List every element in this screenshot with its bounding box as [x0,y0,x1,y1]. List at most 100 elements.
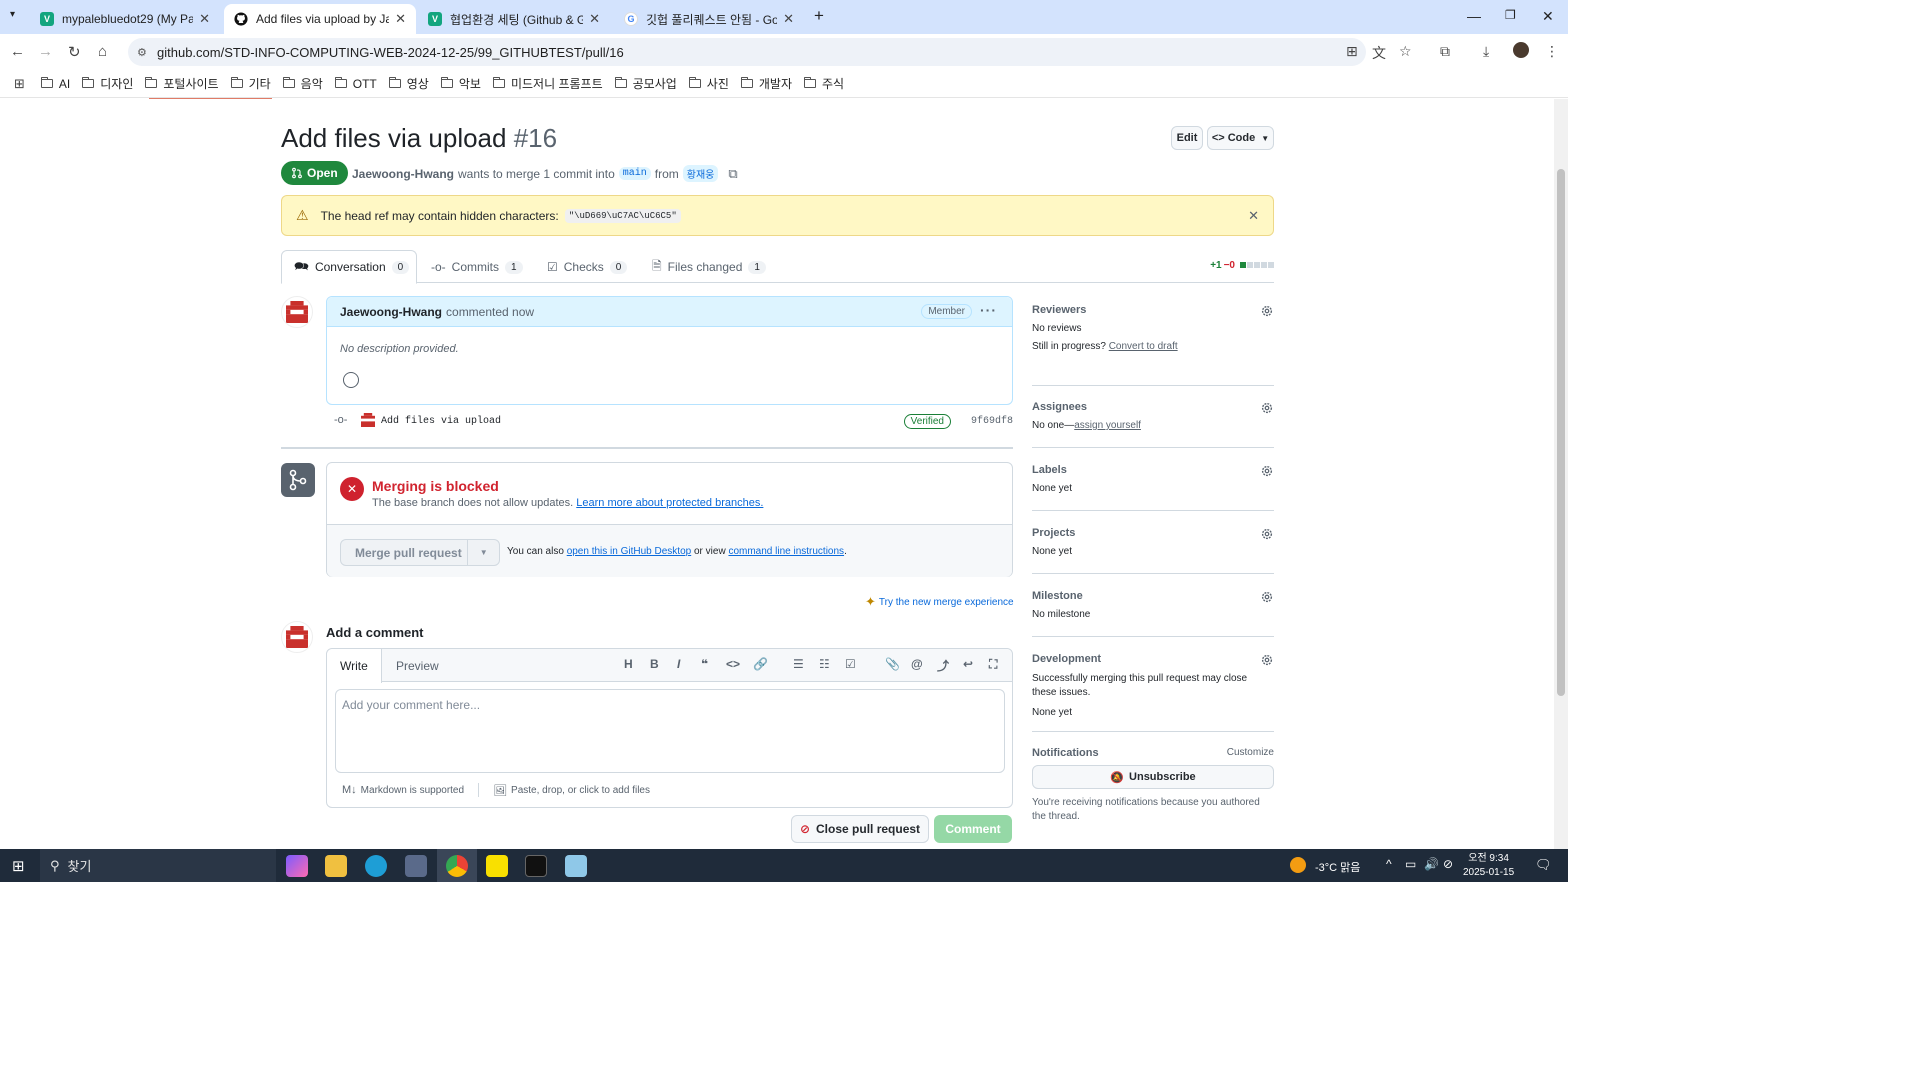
close-tab-icon[interactable]: ✕ [589,11,600,27]
forward-icon[interactable]: → [38,43,53,60]
file-explorer-icon[interactable] [325,855,347,877]
ordered-list-icon[interactable]: ☰ [793,657,804,671]
add-reaction-icon[interactable] [343,372,359,388]
avatar[interactable] [281,621,313,653]
restore-icon[interactable]: ❐ [1505,8,1516,22]
close-tab-icon[interactable]: ✕ [395,11,406,27]
tab-commits[interactable]: -o- Commits 1 [419,250,535,284]
customize-link[interactable]: Customize [1227,747,1274,758]
bookmark-folder[interactable]: 기타 [230,75,271,92]
bookmark-folder[interactable]: 영상 [388,75,429,92]
clock[interactable]: 오전 9:34 2025-01-15 [1463,852,1514,880]
minimize-icon[interactable]: — [1467,8,1481,24]
apps-grid-icon[interactable]: ⊞ [14,76,25,92]
browser-tab-2[interactable]: V 협업환경 세팅 (Github & Git-F ✕ [418,4,610,34]
close-pull-request-button[interactable]: ⊘ Close pull request [791,815,929,843]
terminal-icon[interactable] [525,855,547,877]
projects-heading[interactable]: Projects [1032,527,1274,539]
head-branch[interactable]: 황재웅 [682,165,719,182]
download-icon[interactable]: ⤓ [1483,43,1489,60]
browser-tab-3[interactable]: G 깃헙 풀리퀘스트 안됨 - Googl ✕ [614,4,804,34]
close-tab-icon[interactable]: ✕ [199,11,210,27]
comment-author[interactable]: Jaewoong-Hwang [340,305,442,319]
dismiss-icon[interactable]: ✕ [1248,208,1259,224]
base-branch[interactable]: main [618,167,651,180]
browser-tab-1[interactable]: Add files via upload by Jaewo ✕ [224,4,416,34]
cross-reference-icon[interactable]: ⤴ [937,657,949,674]
close-window-icon[interactable]: ✕ [1542,8,1554,25]
tab-search-icon[interactable]: ▾ [10,9,15,20]
gear-icon[interactable] [1260,527,1274,541]
site-info-icon[interactable]: ⚙ [137,46,147,59]
bookmark-folder[interactable]: 악보 [440,75,481,92]
address-bar[interactable]: ⚙ github.com/STD-INFO-COMPUTING-WEB-2024… [128,38,1366,66]
edge-icon[interactable] [365,855,387,877]
unordered-list-icon[interactable]: ☷ [819,657,830,671]
chevron-down-icon[interactable]: ▼ [467,540,499,565]
bookmark-folder[interactable]: 음악 [282,75,323,92]
tab-files-changed[interactable]: 🗎 Files changed 1 [640,250,778,284]
translate-icon[interactable]: 文 [1372,43,1386,63]
back-icon[interactable]: ← [10,43,25,60]
gear-icon[interactable] [1260,401,1274,415]
copilot-icon[interactable] [286,855,308,877]
windows-start-icon[interactable]: ⊞ [12,857,25,875]
assignees-heading[interactable]: Assignees [1032,401,1274,413]
mention-icon[interactable]: @ [911,657,923,671]
weather-text[interactable]: -3°C 맑음 [1315,859,1360,875]
reviewers-heading[interactable]: Reviewers [1032,304,1274,316]
bookmark-folder[interactable]: 사진 [688,75,729,92]
notification-center-icon[interactable]: 🗨 [1535,857,1552,873]
protected-branches-link[interactable]: Learn more about protected branches. [576,497,763,509]
task-list-icon[interactable]: ☑ [845,657,856,671]
gear-icon[interactable] [1260,464,1274,478]
bookmark-star-icon[interactable]: ☆ [1399,43,1412,60]
network-icon[interactable]: ▭ [1405,857,1416,871]
milestone-heading[interactable]: Milestone [1032,590,1274,602]
copy-icon[interactable]: ⧉ [728,166,737,182]
github-desktop-link[interactable]: open this in GitHub Desktop [567,546,692,557]
install-app-icon[interactable]: ⊞ [1346,43,1358,60]
code-icon[interactable]: <> [726,657,740,671]
attach-files-note[interactable]: Paste, drop, or click to add files [511,785,650,796]
command-line-link[interactable]: command line instructions [728,546,844,557]
markdown-note[interactable]: Markdown is supported [361,785,464,796]
gear-icon[interactable] [1260,653,1274,667]
gear-icon[interactable] [1260,590,1274,604]
page-scrollbar[interactable] [1554,99,1568,849]
labels-heading[interactable]: Labels [1032,464,1274,476]
extensions-icon[interactable]: ⧉ [1440,43,1450,60]
browser-tab-0[interactable]: V mypalebluedot29 (My Pale Blu ✕ [30,4,220,34]
paperclip-icon[interactable]: 📎 [885,657,900,671]
commit-message[interactable]: Add files via upload [381,416,501,427]
avatar[interactable] [281,296,313,328]
comment-button[interactable]: Comment [934,815,1012,843]
kakaotalk-icon[interactable] [486,855,508,877]
profile-avatar[interactable] [1513,42,1529,58]
kebab-horizontal-icon[interactable]: ··· [980,302,997,318]
ime-icon[interactable]: ⊘ [1443,857,1453,871]
bookmark-folder[interactable]: 주식 [804,75,844,92]
unsubscribe-button[interactable]: 🔕 Unsubscribe [1032,765,1274,789]
heading-icon[interactable]: H [624,657,633,671]
chevron-up-icon[interactable]: ^ [1386,857,1392,871]
home-icon[interactable]: ⌂ [98,43,107,60]
commit-sha[interactable]: 9f69df8 [971,416,1013,427]
link-icon[interactable]: 🔗 [753,657,768,671]
preview-tab[interactable]: Preview [383,649,452,682]
pr-author-link[interactable]: Jaewoong-Hwang [352,167,454,181]
try-new-merge-link[interactable]: ✦ Try the new merge experience [865,594,1014,610]
development-heading[interactable]: Development [1032,653,1274,665]
menu-kebab-icon[interactable]: ⋮ [1545,43,1559,60]
chrome-icon[interactable] [446,855,468,877]
gear-icon[interactable] [1260,304,1274,318]
reload-icon[interactable]: ↻ [68,43,81,61]
verified-badge[interactable]: Verified [903,414,951,429]
tab-checks[interactable]: ☑ Checks 0 [535,250,639,284]
notepad-icon[interactable] [565,855,587,877]
weather-icon[interactable] [1290,857,1306,873]
bookmark-folder[interactable]: 개발자 [740,75,792,92]
code-button[interactable]: <> Code ▼ [1207,126,1274,150]
reply-icon[interactable]: ↩ [963,657,973,671]
close-tab-icon[interactable]: ✕ [783,11,794,27]
